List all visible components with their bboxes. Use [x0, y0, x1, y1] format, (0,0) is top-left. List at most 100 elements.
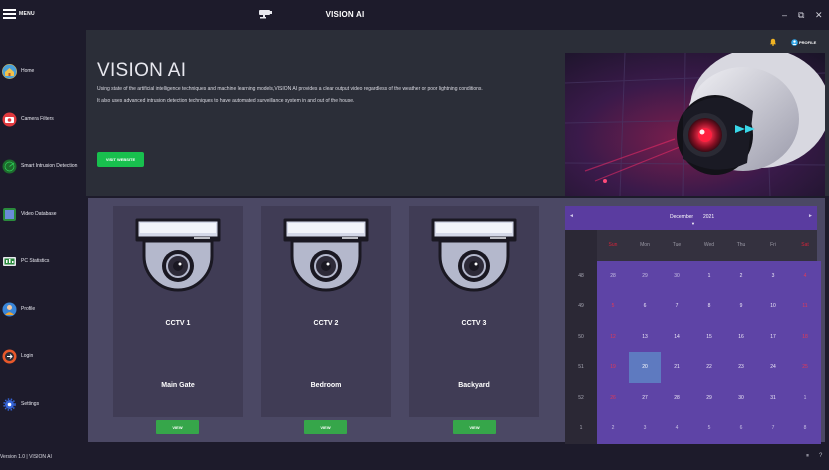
radar-icon [2, 159, 17, 174]
calendar-day[interactable]: 12 [597, 321, 629, 352]
calendar-day[interactable]: 3 [757, 260, 789, 291]
help-icon[interactable]: ? [819, 453, 822, 459]
view-camera-button[interactable]: VIEW [304, 420, 347, 434]
calendar-day[interactable]: 15 [693, 321, 725, 352]
calendar-day[interactable]: 5 [693, 413, 725, 444]
notification-bell-icon[interactable] [769, 38, 777, 46]
calendar-day[interactable]: 4 [661, 413, 693, 444]
minimize-button[interactable]: – [782, 10, 787, 20]
calendar-day[interactable]: 22 [693, 352, 725, 383]
sidebar-item-smart-intrusion-detection[interactable]: Smart Intrusion Detection [0, 149, 86, 183]
calendar-day[interactable]: 2 [725, 260, 757, 291]
profile-button[interactable]: PROFILE [791, 39, 816, 46]
calendar-day[interactable]: 6 [725, 413, 757, 444]
calendar-weekday-header: Wed [703, 242, 715, 249]
calendar-day[interactable]: 17 [757, 321, 789, 352]
calendar-day[interactable]: 4 [789, 260, 821, 291]
profile-avatar-icon [791, 39, 798, 46]
status-bar: Version 1.0 | VISION AI ⏸ ? [0, 445, 829, 470]
camera-card[interactable]: CCTV 1 Main Gate [113, 206, 243, 417]
calendar-day[interactable]: 14 [661, 321, 693, 352]
sidebar-item-login[interactable]: Login [0, 339, 86, 373]
view-camera-button[interactable]: VIEW [453, 420, 496, 434]
calendar-day[interactable]: 25 [789, 352, 821, 383]
calendar-week-number: 1 [565, 413, 597, 444]
visit-website-button[interactable]: VISIT WEBSITE [97, 152, 144, 167]
sidebar-item-home[interactable]: Home [0, 54, 86, 88]
camera-name: CCTV 3 [461, 320, 487, 327]
calendar-day[interactable]: 20 [629, 352, 661, 383]
calendar-day[interactable]: 1 [693, 260, 725, 291]
calendar-day[interactable]: 13 [629, 321, 661, 352]
sidebar-item-profile[interactable]: Profile [0, 292, 86, 326]
next-month-arrow-icon[interactable]: ► [808, 213, 813, 219]
calendar-month[interactable]: December [670, 214, 693, 220]
calendar-weekday-header: Mon [640, 242, 650, 249]
calendar-day[interactable]: 21 [661, 352, 693, 383]
calendar-week-number: 51 [565, 352, 597, 383]
calendar-day[interactable]: 24 [757, 352, 789, 383]
home-icon [2, 63, 17, 79]
calendar-day[interactable]: 28 [597, 260, 629, 291]
calendar-day[interactable]: 7 [757, 413, 789, 444]
calendar-day[interactable]: 5 [597, 291, 629, 322]
calendar-day[interactable]: 16 [725, 321, 757, 352]
calendar-week-number: 48 [565, 260, 597, 291]
sidebar-item-label: Profile [21, 306, 36, 312]
sidebar-item-video-database[interactable]: Video Database [0, 197, 86, 231]
camera-card[interactable]: CCTV 3 Backyard [409, 206, 539, 417]
calendar-day[interactable]: 26 [597, 382, 629, 413]
sidebar-item-camera-filters[interactable]: Camera Filters [0, 102, 86, 136]
camera-location: Backyard [458, 382, 490, 389]
calendar-weekday-header: Sun [608, 242, 618, 249]
calendar-day[interactable]: 19 [597, 352, 629, 383]
calendar-day[interactable]: 23 [725, 352, 757, 383]
login-icon [2, 349, 17, 364]
calendar-day[interactable]: 2 [597, 413, 629, 444]
calendar-day[interactable]: 11 [789, 291, 821, 322]
calendar-day[interactable]: 29 [629, 260, 661, 291]
pause-icon[interactable]: ⏸ [806, 453, 809, 460]
calendar-day[interactable]: 10 [757, 291, 789, 322]
sidebar-item-settings[interactable]: Settings [0, 387, 86, 421]
calendar-weekday-header: Sat [801, 242, 809, 249]
calendar-day[interactable]: 18 [789, 321, 821, 352]
calendar-year[interactable]: 2021 [703, 214, 714, 220]
camera-name: CCTV 2 [313, 320, 339, 327]
calendar-week-number: 49 [565, 291, 597, 322]
prev-month-arrow-icon[interactable]: ◄ [569, 213, 574, 219]
calendar-header: ◄ December ▼ 2021 ► [565, 206, 817, 230]
sidebar-item-pc-statistics[interactable]: PC Statistics [0, 244, 86, 278]
calendar-day[interactable]: 8 [693, 291, 725, 322]
calendar-day[interactable]: 9 [725, 291, 757, 322]
hero-title: VISION AI [97, 60, 187, 81]
calendar-day[interactable]: 30 [661, 260, 693, 291]
calendar-day[interactable]: 30 [725, 382, 757, 413]
calendar-day[interactable]: 27 [629, 382, 661, 413]
title-bar: MENU VISION AI – ⧉ ✕ [0, 0, 829, 30]
calendar-day[interactable]: 31 [757, 382, 789, 413]
calendar-day[interactable]: 29 [693, 382, 725, 413]
camera-location: Main Gate [161, 382, 195, 389]
dome-camera-icon [283, 218, 369, 292]
calendar-day[interactable]: 6 [629, 291, 661, 322]
version-label: Version 1.0 | VISION AI [0, 454, 52, 460]
calendar-weekday-header: Tue [672, 242, 682, 249]
camera-name: CCTV 1 [165, 320, 191, 327]
camera-card[interactable]: CCTV 2 Bedroom [261, 206, 391, 417]
calendar-day[interactable]: 8 [789, 413, 821, 444]
sidebar-item-label: Camera Filters [21, 116, 54, 122]
view-camera-button[interactable]: VIEW [156, 420, 199, 434]
maximize-button[interactable]: ⧉ [798, 10, 804, 20]
app-title: VISION AI [325, 10, 365, 19]
calendar-day[interactable]: 1 [789, 382, 821, 413]
calendar-day[interactable]: 7 [661, 291, 693, 322]
camera-filter-icon [2, 112, 17, 127]
calendar: ◄ December ▼ 2021 ► Sun Mon Tue Wed Thu Fri Sa… [565, 206, 821, 444]
close-button[interactable]: ✕ [815, 10, 823, 20]
calendar-day[interactable]: 3 [629, 413, 661, 444]
calendar-day[interactable]: 28 [661, 382, 693, 413]
profile-label: PROFILE [799, 40, 817, 45]
calendar-week-number: 52 [565, 382, 597, 413]
sidebar-item-label: Settings [21, 401, 40, 407]
